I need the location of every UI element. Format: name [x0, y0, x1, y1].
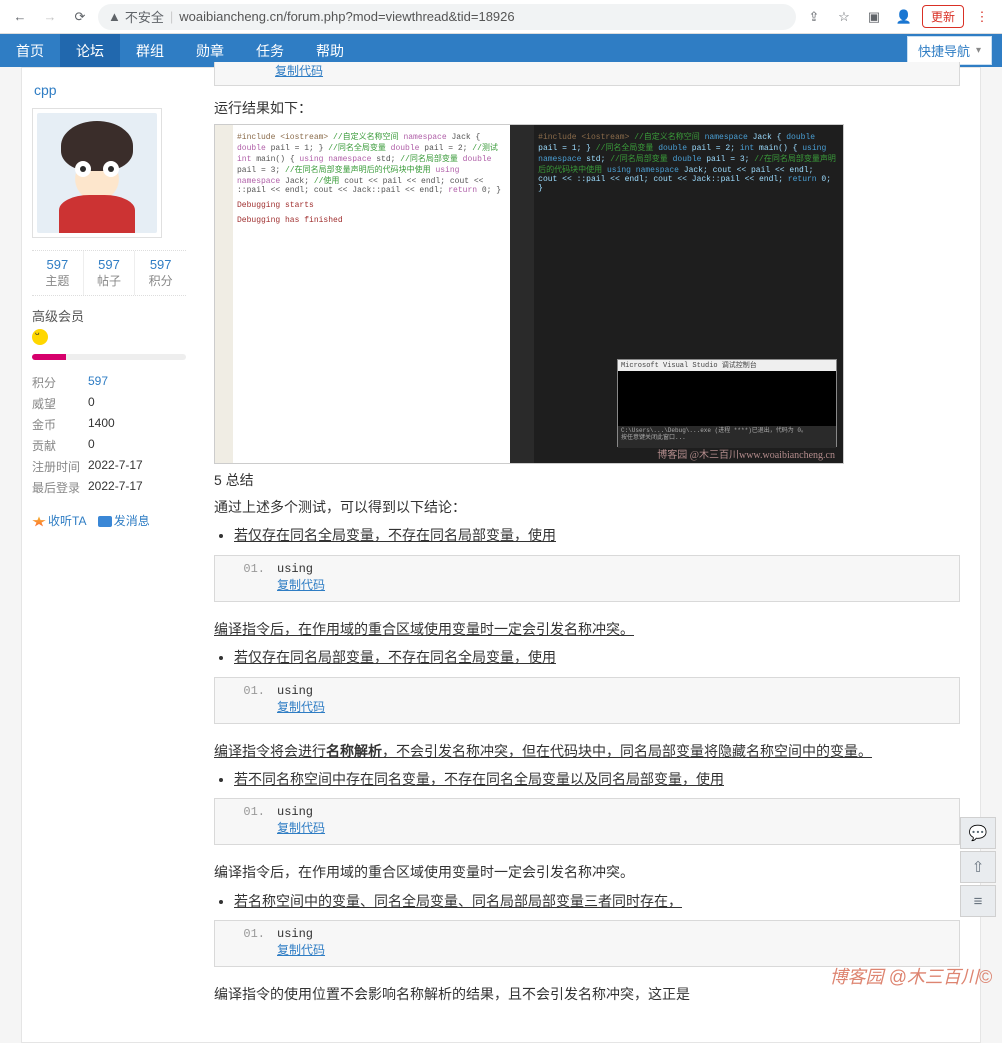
- nav-forum[interactable]: 论坛: [60, 34, 120, 67]
- result-heading: 运行结果如下：: [214, 98, 960, 118]
- update-button[interactable]: 更新: [922, 5, 964, 28]
- share-icon[interactable]: ⇪: [802, 5, 826, 29]
- summary-intro: 通过上述多个测试，可以得到以下结论：: [214, 496, 960, 518]
- page-watermark: 博客园 @木三百川©: [829, 963, 992, 989]
- code-block-3: 01. using 复制代码: [214, 798, 960, 845]
- info-regdate: 2022-7-17: [88, 458, 143, 475]
- url-text: woaibiancheng.cn/forum.php?mod=viewthrea…: [179, 9, 514, 24]
- copy-code-link[interactable]: 复制代码: [277, 701, 325, 715]
- code-text: using: [277, 562, 949, 576]
- quick-nav-dropdown[interactable]: 快捷导航: [907, 36, 992, 65]
- rank-icon: [32, 329, 48, 345]
- bookmark-icon[interactable]: ☆: [832, 5, 856, 29]
- section-5-heading: 5 总结: [214, 470, 960, 490]
- copy-code-link[interactable]: 复制代码: [277, 579, 325, 593]
- bullet-4: 若名称空间中的变量、同名全局变量、同名局部局部变量三者同时存在，: [234, 890, 960, 912]
- menu-icon[interactable]: ⋮: [970, 5, 994, 29]
- para-3: 编译指令后，在作用域的重合区域使用变量时一定会引发名称冲突。: [214, 861, 960, 883]
- list-toggle-button[interactable]: ≡: [960, 885, 996, 917]
- para-1: 编译指令后，在作用域的重合区域使用变量时一定会引发名称冲突。: [214, 618, 960, 640]
- back-button[interactable]: ←: [8, 5, 32, 29]
- copy-code-link[interactable]: 复制代码: [277, 944, 325, 958]
- code-block-4: 01. using 复制代码: [214, 920, 960, 967]
- profile-icon[interactable]: 👤: [892, 5, 916, 29]
- info-contrib: 0: [88, 437, 95, 454]
- address-bar[interactable]: ▲ 不安全 | woaibiancheng.cn/forum.php?mod=v…: [98, 4, 796, 30]
- floating-toolbar: 💬 ⇧ ≡: [960, 817, 996, 919]
- user-actions: 收听TA 发消息: [32, 512, 186, 529]
- rank-progress: [32, 354, 186, 360]
- post-body: 复制代码 运行结果如下： #include <iostream> //自定义名称…: [196, 68, 980, 1042]
- stat-points[interactable]: 597积分: [134, 251, 186, 295]
- reload-button[interactable]: ⟳: [68, 5, 92, 29]
- nav-home[interactable]: 首页: [0, 34, 60, 67]
- panel-icon[interactable]: ▣: [862, 5, 886, 29]
- author-username[interactable]: cpp: [32, 78, 186, 108]
- copy-code-link[interactable]: 复制代码: [275, 65, 323, 79]
- info-prestige: 0: [88, 395, 95, 412]
- nav-group[interactable]: 群组: [120, 34, 180, 67]
- forward-button[interactable]: →: [38, 5, 62, 29]
- insecure-warning: ▲ 不安全: [108, 7, 164, 26]
- star-icon: [32, 516, 46, 527]
- bullet-2: 若仅存在同名局部变量，不存在同名全局变量，使用: [234, 646, 960, 668]
- result-screenshot: #include <iostream> //自定义名称空间 namespace …: [214, 124, 844, 464]
- info-lastlogin: 2022-7-17: [88, 479, 143, 496]
- image-watermark: 博客园 @木三百川www.woaibiancheng.cn: [657, 446, 835, 461]
- debug-console: Microsoft Visual Studio 调试控制台 C:\Users\.…: [617, 359, 837, 447]
- bullet-1: 若仅存在同名全局变量，不存在同名局部变量，使用: [234, 524, 960, 546]
- code-block-2: 01. using 复制代码: [214, 677, 960, 724]
- bullet-3: 若不同名称空间中存在同名变量，不存在同名全局变量以及同名局部变量，使用: [234, 768, 960, 790]
- feedback-button[interactable]: 💬: [960, 817, 996, 849]
- envelope-icon: [98, 516, 112, 527]
- avatar-container[interactable]: [32, 108, 162, 238]
- avatar-image: [37, 113, 157, 233]
- line-number: 01.: [215, 556, 265, 601]
- user-stats: 597主题 597帖子 597积分: [32, 250, 186, 296]
- user-rank: 高级会员: [32, 306, 186, 325]
- prev-code-tail: 复制代码: [214, 62, 960, 86]
- stat-topics[interactable]: 597主题: [32, 251, 83, 295]
- info-points[interactable]: 597: [88, 374, 108, 391]
- info-gold: 1400: [88, 416, 115, 433]
- insecure-label: 不安全: [125, 7, 164, 26]
- code-block-1: 01. using 复制代码: [214, 555, 960, 602]
- browser-toolbar: ← → ⟳ ▲ 不安全 | woaibiancheng.cn/forum.php…: [0, 0, 1002, 34]
- copy-code-link[interactable]: 复制代码: [277, 822, 325, 836]
- console-title: Microsoft Visual Studio 调试控制台: [618, 360, 836, 371]
- follow-link[interactable]: 收听TA: [32, 514, 86, 528]
- message-link[interactable]: 发消息: [98, 514, 150, 528]
- scroll-top-button[interactable]: ⇧: [960, 851, 996, 883]
- para-2: 编译指令将会进行名称解析，不会引发名称冲突，但在代码块中，同名局部变量将隐藏名称…: [214, 740, 960, 762]
- stat-posts[interactable]: 597帖子: [83, 251, 135, 295]
- user-sidebar: cpp 597主题 597帖子 597积分 高级会员 积分597 威望0 金币1…: [22, 68, 196, 1042]
